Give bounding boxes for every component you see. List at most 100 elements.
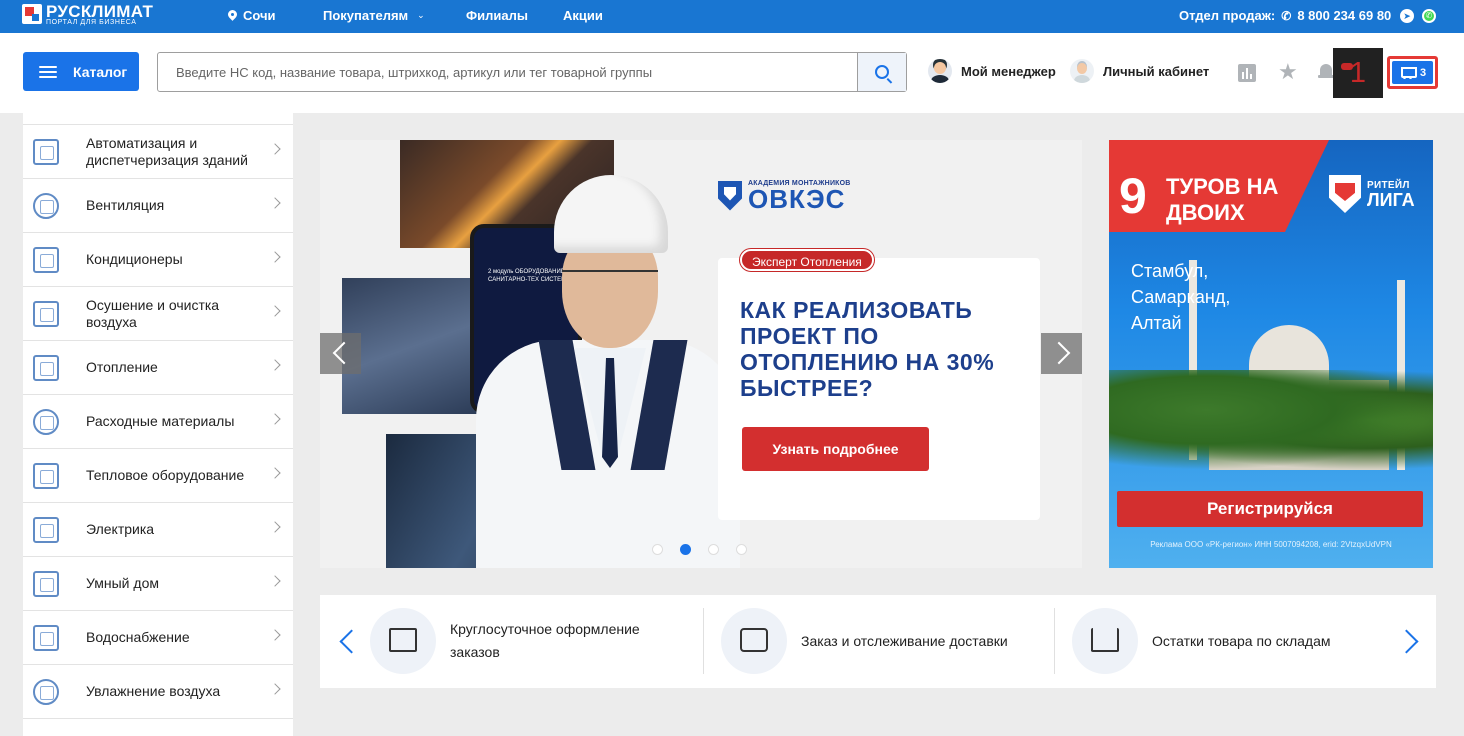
chevron-right-icon (269, 575, 281, 587)
feature-item[interactable]: Заказ и отслеживание доставки (721, 608, 1008, 674)
chevron-right-icon (269, 251, 281, 263)
manager-label: Мой менеджер (961, 63, 1056, 79)
chevron-right-icon (269, 629, 281, 641)
sidebar-item-consumables[interactable]: Расходные материалы (23, 395, 293, 449)
ad-title: ТУРОВ НА ДВОИХ (1166, 174, 1279, 225)
dehumidifier-icon (33, 300, 59, 327)
nav-buyers[interactable]: Покупателям ⌄ (323, 8, 425, 23)
sidebar-item-water-supply[interactable]: Водоснабжение (23, 611, 293, 665)
features-prev-arrow[interactable] (338, 625, 354, 657)
notifications-bell-icon[interactable] (1318, 62, 1334, 80)
logo-name: РУСКЛИМАТ (46, 2, 154, 21)
favorites-star-icon[interactable]: ★ (1278, 60, 1298, 84)
features-next-arrow[interactable] (1402, 625, 1418, 657)
sidebar-item-label: Автоматизация и диспетчеризация зданий (86, 134, 248, 168)
my-manager-link[interactable]: Мой менеджер (928, 59, 1056, 83)
promo-slider[interactable]: 2 модуль ОБОРУДОВАНИЕ САНИТАРНО-ТЕХ СИСТ… (320, 140, 1082, 568)
overlay-marker: 1 (1333, 48, 1383, 98)
features-carousel: Круглосуточное оформление заказов Заказ … (320, 595, 1436, 688)
smart-home-icon (33, 570, 59, 597)
catalog-button[interactable]: Каталог (23, 52, 139, 91)
catalog-label: Каталог (73, 63, 128, 80)
ad-banner[interactable]: 9 ТУРОВ НА ДВОИХ РИТЕЙЛ ЛИГА Стамбул, Са… (1109, 140, 1433, 568)
sidebar-item-heating[interactable]: Отопление (23, 341, 293, 395)
chevron-right-icon (269, 143, 281, 155)
compare-icon[interactable] (1238, 64, 1256, 82)
sidebar-item-label: Тепловое оборудование (86, 467, 245, 483)
sidebar-item-label: Отопление (86, 359, 158, 375)
academy-shield-icon (718, 180, 742, 211)
header: Каталог Мой менеджер Личный кабинет ★ 1 … (0, 33, 1464, 113)
sidebar-item-label: Расходные материалы (86, 413, 235, 429)
nav-branches[interactable]: Филиалы (466, 8, 528, 23)
sidebar-item-label: Кондиционеры (86, 251, 183, 267)
overlay-number: 1 (1349, 56, 1367, 89)
ad-number: 9 (1119, 168, 1147, 224)
consumables-icon (33, 408, 59, 435)
feature-text: Заказ и отслеживание доставки (801, 632, 1008, 649)
sidebar-item-label: Увлажнение воздуха (86, 683, 221, 699)
cabinet-label: Личный кабинет (1103, 63, 1210, 79)
search-box (157, 52, 907, 92)
water-supply-icon (33, 624, 59, 651)
slider-dot[interactable] (736, 544, 747, 555)
site-logo[interactable]: РУСКЛИМАТ ПОРТАЛ ДЛЯ БИЗНЕСА (22, 2, 154, 27)
engineer-photo (470, 170, 740, 568)
nav-buyers-label: Покупателям (323, 8, 409, 23)
slider-dot[interactable] (652, 544, 663, 555)
register-button[interactable]: Регистрируйся (1117, 491, 1423, 527)
sidebar-item-humidification[interactable]: Увлажнение воздуха (23, 665, 293, 719)
slider-dot-active[interactable] (680, 544, 691, 555)
chevron-right-icon (269, 683, 281, 695)
phone-icon: ✆ (1281, 8, 1292, 23)
ad-city: Самарканд, (1131, 287, 1231, 307)
feature-text: Остатки товара по складам (1152, 632, 1331, 649)
city-selector[interactable]: Сочи (228, 8, 276, 23)
personal-account-link[interactable]: Личный кабинет (1070, 59, 1209, 83)
chevron-right-icon (269, 521, 281, 533)
sidebar-item-thermal-equipment[interactable]: Тепловое оборудование (23, 449, 293, 503)
sidebar-item-label: Умный дом (86, 575, 159, 591)
sidebar-item-electrical[interactable]: Электрика (23, 503, 293, 557)
sidebar-item-smart-home[interactable]: Умный дом (23, 557, 293, 611)
liga-small-text: РИТЕЙЛ (1367, 179, 1410, 191)
sales-phone[interactable]: Отдел продаж: ✆ 8 800 234 69 80 (1179, 8, 1391, 23)
nav-promotions[interactable]: Акции (563, 8, 603, 23)
banner-headline: КАК РЕАЛИЗОВАТЬ ПРОЕКТ ПО ОТОПЛЕНИЮ НА 3… (740, 297, 995, 401)
electrical-icon (33, 516, 59, 543)
expert-badge: Эксперт Отопления (740, 249, 874, 271)
ad-disclaimer: Реклама ООО «РК-регион» ИНН 5007094208, … (1150, 540, 1392, 549)
sidebar-item-automation[interactable]: Автоматизация и диспетчеризация зданий (23, 125, 293, 179)
sidebar-item-label: Осушение и очистка воздуха (86, 296, 220, 330)
retail-liga-logo: РИТЕЙЛ ЛИГА (1329, 175, 1415, 213)
sidebar-item-dehumidification[interactable]: Осушение и очистка воздуха (23, 287, 293, 341)
helmet-icon (554, 175, 668, 253)
catalog-sidebar: Автоматизация и диспетчеризация зданий В… (23, 113, 293, 736)
sidebar-item-label: Электрика (86, 521, 155, 537)
ventilation-icon (33, 192, 59, 219)
search-button[interactable] (857, 53, 906, 91)
liga-large-text: ЛИГА (1367, 189, 1415, 210)
manager-avatar (928, 59, 952, 83)
ad-cities: Стамбул, Самарканд, Алтай (1131, 258, 1230, 336)
humidifier-icon (33, 678, 59, 705)
heater-icon (33, 462, 59, 489)
slider-prev-arrow[interactable] (320, 333, 361, 374)
cart-button[interactable]: 3 (1387, 56, 1438, 89)
telegram-icon[interactable]: ➤ (1400, 9, 1414, 23)
search-icon (875, 65, 889, 79)
search-input[interactable] (158, 53, 858, 91)
feature-item[interactable]: Остатки товара по складам (1072, 608, 1331, 674)
learn-more-button[interactable]: Узнать подробнее (742, 427, 929, 471)
sidebar-item-ventilation[interactable]: Вентиляция (23, 179, 293, 233)
user-avatar (1070, 59, 1094, 83)
slider-dot[interactable] (708, 544, 719, 555)
whatsapp-icon[interactable]: ✆ (1422, 9, 1436, 23)
chevron-right-icon (269, 467, 281, 479)
sidebar-item-air-conditioners[interactable]: Кондиционеры (23, 233, 293, 287)
slider-next-arrow[interactable] (1041, 333, 1082, 374)
chevron-down-icon: ⌄ (417, 10, 425, 20)
sales-label: Отдел продаж: (1179, 8, 1276, 23)
chevron-right-icon (269, 197, 281, 209)
feature-item[interactable]: Круглосуточное оформление заказов (370, 608, 650, 674)
